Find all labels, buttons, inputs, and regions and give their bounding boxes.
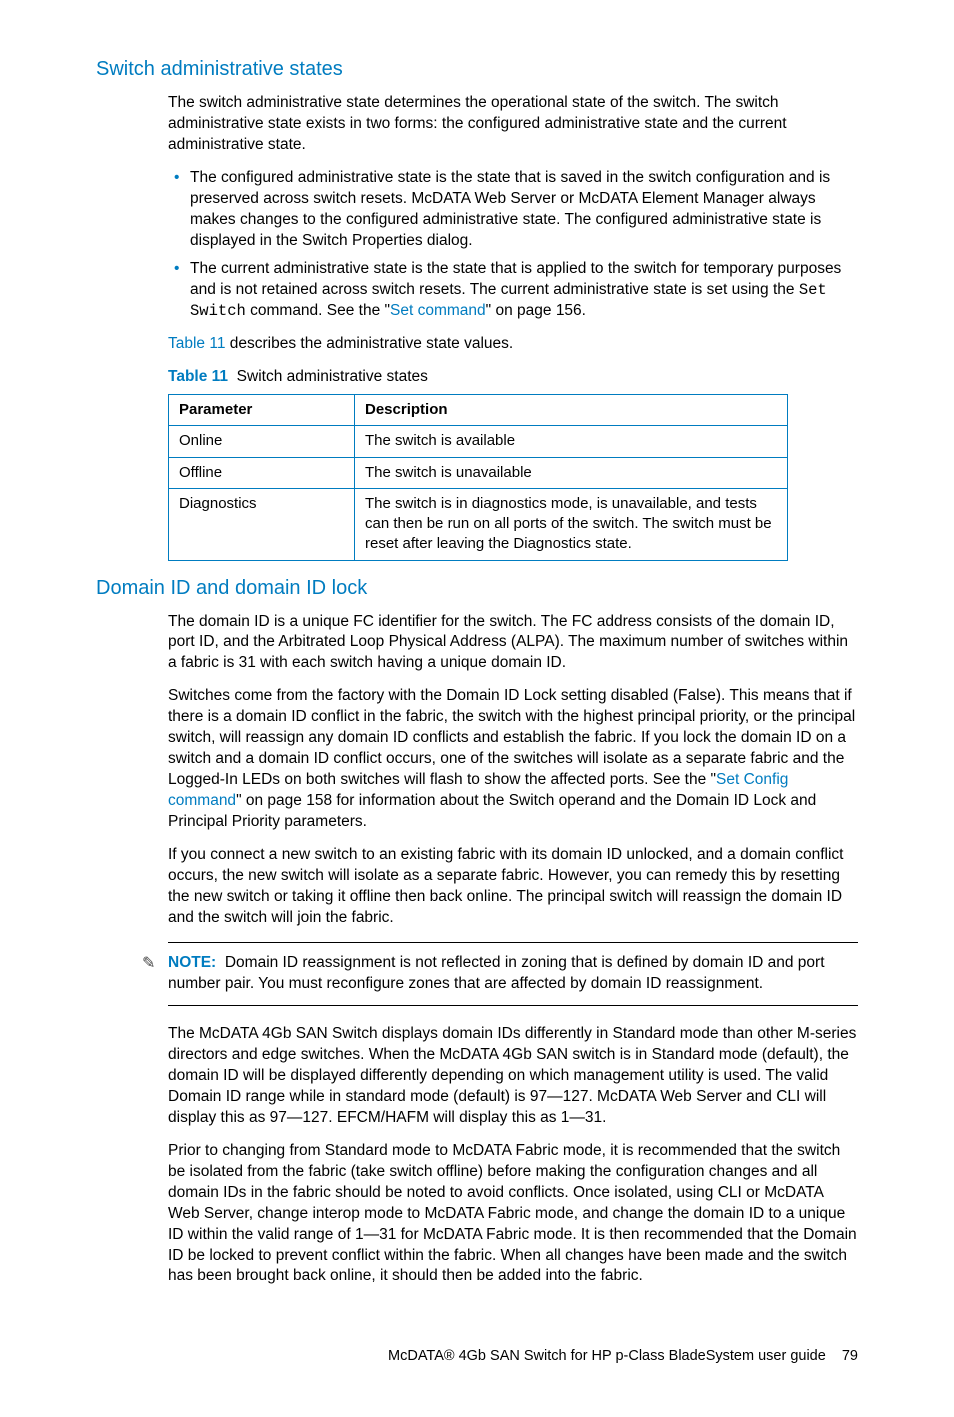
note-label: NOTE: bbox=[168, 954, 216, 971]
table-header-description: Description bbox=[355, 395, 788, 426]
table-caption: Table 11 Switch administrative states bbox=[168, 367, 858, 388]
table-11-link[interactable]: Table 11 bbox=[168, 335, 225, 352]
note-text: Domain ID reassignment is not reflected … bbox=[168, 954, 825, 992]
table-cell-parameter: Offline bbox=[169, 457, 355, 488]
table-caption-label: Table 11 bbox=[168, 368, 228, 385]
intro-paragraph: The switch administrative state determin… bbox=[168, 93, 858, 156]
table-cell-description: The switch is in diagnostics mode, is un… bbox=[355, 488, 788, 560]
table-row: Online The switch is available bbox=[169, 426, 788, 457]
admin-states-list: The configured administrative state is t… bbox=[168, 168, 858, 322]
text: describes the administrative state value… bbox=[225, 335, 513, 352]
table-caption-text: Switch administrative states bbox=[237, 368, 428, 385]
heading-switch-admin-states: Switch administrative states bbox=[96, 56, 858, 83]
paragraph: The McDATA 4Gb SAN Switch displays domai… bbox=[168, 1024, 858, 1129]
list-item: The configured administrative state is t… bbox=[190, 168, 858, 252]
table-cell-description: The switch is available bbox=[355, 426, 788, 457]
section-domain-id-lock: The domain ID is a unique FC identifier … bbox=[168, 612, 858, 1288]
table-row: Offline The switch is unavailable bbox=[169, 457, 788, 488]
table-cell-description: The switch is unavailable bbox=[355, 457, 788, 488]
section-switch-admin-states: The switch administrative state determin… bbox=[168, 93, 858, 561]
text: " on page 158 for information about the … bbox=[168, 792, 816, 830]
heading-domain-id-lock: Domain ID and domain ID lock bbox=[96, 575, 858, 602]
list-item: The current administrative state is the … bbox=[190, 259, 858, 322]
table-header-parameter: Parameter bbox=[169, 395, 355, 426]
admin-states-table: Parameter Description Online The switch … bbox=[168, 394, 788, 561]
note-icon: ✎ bbox=[142, 953, 155, 975]
paragraph: If you connect a new switch to an existi… bbox=[168, 845, 858, 929]
footer-title: McDATA® 4Gb SAN Switch for HP p-Class Bl… bbox=[388, 1348, 826, 1364]
table-row: Diagnostics The switch is in diagnostics… bbox=[169, 488, 788, 560]
table-reference-paragraph: Table 11 describes the administrative st… bbox=[168, 334, 858, 355]
table-cell-parameter: Diagnostics bbox=[169, 488, 355, 560]
page-footer: McDATA® 4Gb SAN Switch for HP p-Class Bl… bbox=[96, 1347, 858, 1367]
table-header-row: Parameter Description bbox=[169, 395, 788, 426]
paragraph: Switches come from the factory with the … bbox=[168, 686, 858, 832]
table-cell-parameter: Online bbox=[169, 426, 355, 457]
list-item-text: command. See the " bbox=[246, 302, 390, 319]
list-item-text: " on page 156. bbox=[486, 302, 586, 319]
page-number: 79 bbox=[842, 1348, 858, 1364]
paragraph: Prior to changing from Standard mode to … bbox=[168, 1141, 858, 1287]
list-item-text: The current administrative state is the … bbox=[190, 260, 841, 298]
paragraph: The domain ID is a unique FC identifier … bbox=[168, 612, 858, 675]
set-command-link[interactable]: Set command bbox=[390, 302, 486, 319]
note-block: ✎ NOTE: Domain ID reassignment is not re… bbox=[168, 942, 858, 1006]
